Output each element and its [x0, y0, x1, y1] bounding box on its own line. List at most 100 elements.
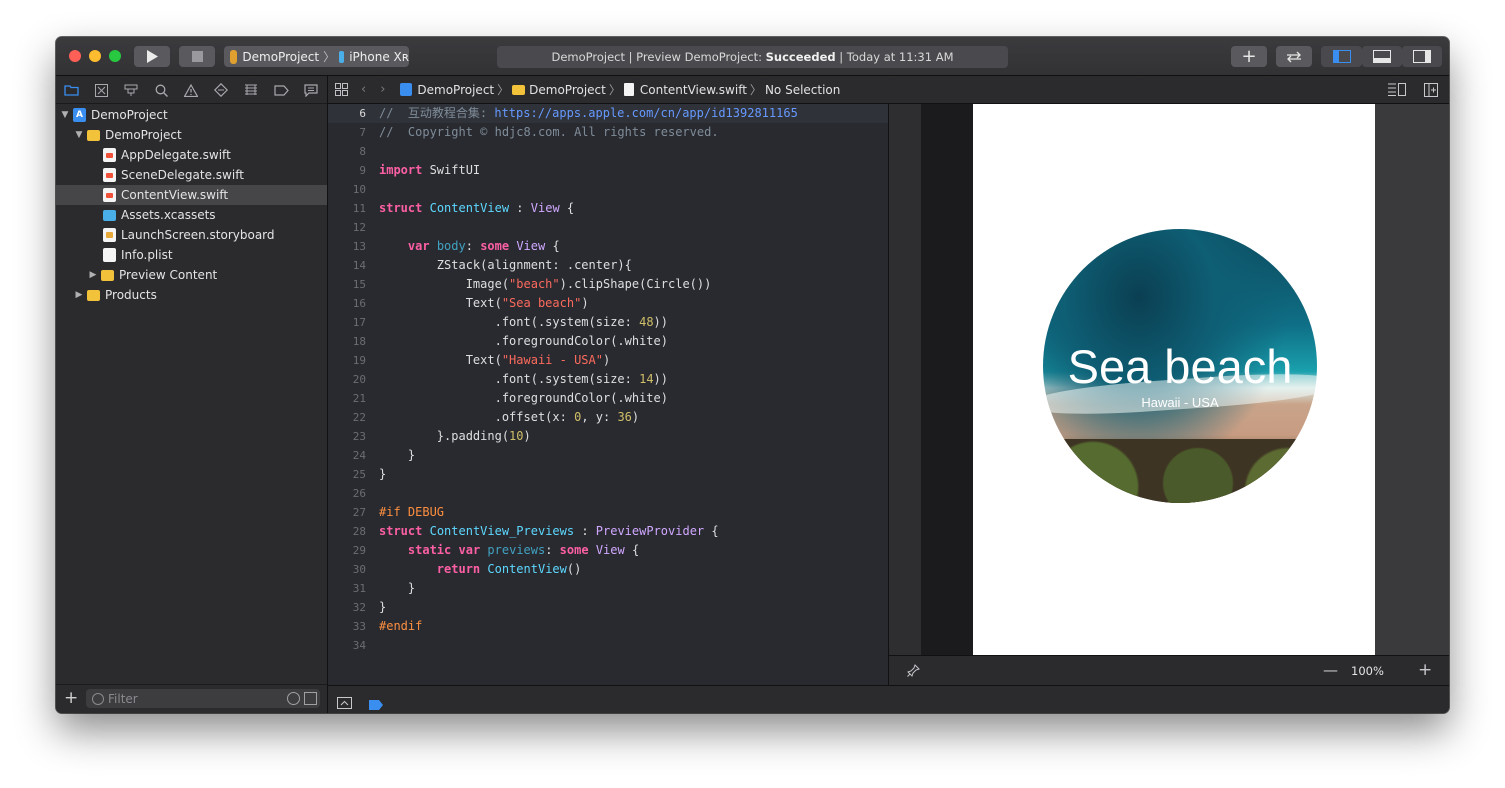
- code-line[interactable]: 24 }: [328, 446, 888, 465]
- preview-title: Sea beach: [1067, 340, 1293, 393]
- code-line[interactable]: 19 Text("Hawaii - USA"): [328, 351, 888, 370]
- library-button[interactable]: +: [1231, 46, 1267, 67]
- code-line[interactable]: 31 }: [328, 579, 888, 598]
- code-line[interactable]: 13 var body: some View {: [328, 237, 888, 256]
- breakpoint-icon[interactable]: [273, 82, 289, 98]
- code-line[interactable]: 28 struct ContentView_Previews : PreviewP…: [328, 522, 888, 541]
- tree-item-launchscreen[interactable]: LaunchScreen.storyboard: [56, 225, 327, 245]
- toggle-debug-area-button[interactable]: [1362, 46, 1402, 67]
- breadcrumb-group[interactable]: DemoProject: [529, 83, 606, 97]
- code-line[interactable]: 25}: [328, 465, 888, 484]
- warning-icon[interactable]: [183, 82, 199, 98]
- search-icon[interactable]: [153, 82, 169, 98]
- disclosure-closed-icon[interactable]: ▶: [74, 290, 84, 300]
- tree-item-group-demoproject[interactable]: ▼ DemoProject: [56, 125, 327, 145]
- zoom-level[interactable]: 100%: [1351, 664, 1384, 678]
- tree-item-label: DemoProject: [91, 108, 168, 122]
- code-line[interactable]: 18 .foregroundColor(.white): [328, 332, 888, 351]
- add-file-button[interactable]: +: [64, 688, 78, 708]
- code-line[interactable]: 23 }.padding(10): [328, 427, 888, 446]
- code-text: static var previews: some View {: [407, 543, 640, 557]
- code-line[interactable]: 20 .font(.system(size: 14)): [328, 370, 888, 389]
- code-line[interactable]: 17 .font(.system(size: 48)): [328, 313, 888, 332]
- breadcrumb-selection[interactable]: No Selection: [765, 83, 840, 97]
- project-icon: [400, 83, 413, 96]
- code-line[interactable]: 34: [328, 636, 888, 655]
- toggle-inspector-button[interactable]: [1402, 46, 1442, 67]
- project-icon: A: [73, 108, 86, 122]
- tree-item-scenedelegate[interactable]: SceneDelegate.swift: [56, 165, 327, 185]
- back-arrow-icon[interactable]: ‹: [361, 82, 366, 97]
- hide-debug-area-icon[interactable]: [337, 694, 352, 713]
- preview-screen[interactable]: Sea beach Hawaii - USA: [973, 104, 1387, 655]
- code-line[interactable]: 33 #endif: [328, 617, 888, 636]
- tree-item-appdelegate[interactable]: AppDelegate.swift: [56, 145, 327, 165]
- tree-item-preview-content[interactable]: ▶ Preview Content: [56, 265, 327, 285]
- code-line[interactable]: 9 import SwiftUI: [328, 161, 888, 180]
- play-icon: [147, 50, 158, 63]
- code-line[interactable]: 10: [328, 180, 888, 199]
- code-line[interactable]: 32}: [328, 598, 888, 617]
- editor-options-icon[interactable]: [1388, 83, 1406, 99]
- tree-item-contentview[interactable]: ContentView.swift: [56, 185, 327, 205]
- code-line[interactable]: 16 Text("Sea beach"): [328, 294, 888, 313]
- stop-button[interactable]: [179, 46, 215, 67]
- test-diamond-icon[interactable]: [213, 82, 229, 98]
- recent-files-icon[interactable]: [287, 692, 300, 705]
- breadcrumb-file[interactable]: ContentView.swift: [640, 83, 747, 97]
- code-line[interactable]: 27 #if DEBUG: [328, 503, 888, 522]
- tree-item-project[interactable]: ▼ A DemoProject: [56, 105, 327, 125]
- code-line[interactable]: 8: [328, 142, 888, 161]
- code-line[interactable]: 11 struct ContentView : View {: [328, 199, 888, 218]
- code-line[interactable]: 30 return ContentView(): [328, 560, 888, 579]
- zoom-window-button[interactable]: [109, 50, 121, 62]
- source-control-filter-icon[interactable]: [304, 692, 317, 705]
- source-control-icon[interactable]: [93, 82, 109, 98]
- status-suffix: | Today at 11:31 AM: [835, 50, 954, 64]
- code-line[interactable]: 12: [328, 218, 888, 237]
- debug-navigator-icon[interactable]: [243, 82, 259, 98]
- code-review-button[interactable]: [1276, 46, 1312, 67]
- source-editor[interactable]: 6 // 互动教程合集: https://apps.apple.com/cn/ap…: [328, 104, 888, 685]
- code-line[interactable]: 22 .offset(x: 0, y: 36): [328, 408, 888, 427]
- code-text: struct ContentView : View {: [379, 201, 575, 215]
- code-line[interactable]: 15 Image("beach").clipShape(Circle()): [328, 275, 888, 294]
- related-items-icon[interactable]: [335, 83, 348, 96]
- line-number: 8: [359, 145, 366, 158]
- filter-field[interactable]: Filter: [86, 689, 320, 708]
- line-number: 25: [352, 468, 366, 481]
- disclosure-closed-icon[interactable]: ▶: [88, 270, 98, 280]
- report-icon[interactable]: [303, 82, 319, 98]
- line-number: 29: [352, 544, 366, 557]
- scheme-selector[interactable]: DemoProject 〉 iPhone Xʀ: [224, 46, 409, 67]
- code-line[interactable]: 14 ZStack(alignment: .center){: [328, 256, 888, 275]
- line-number: 28: [352, 525, 366, 538]
- breadcrumb-project[interactable]: DemoProject: [417, 83, 494, 97]
- toggle-navigator-button[interactable]: [1321, 46, 1362, 67]
- pin-icon[interactable]: [907, 664, 920, 680]
- tree-item-infoplist[interactable]: Info.plist: [56, 245, 327, 265]
- add-editor-icon[interactable]: [1424, 83, 1438, 100]
- code-line[interactable]: 21 .foregroundColor(.white): [328, 389, 888, 408]
- disclosure-open-icon[interactable]: ▼: [74, 130, 84, 140]
- zoom-in-button[interactable]: +: [1418, 660, 1432, 680]
- breakpoints-toggle-icon[interactable]: [369, 695, 383, 713]
- tree-item-assets[interactable]: Assets.xcassets: [56, 205, 327, 225]
- code-line[interactable]: 29 static var previews: some View {: [328, 541, 888, 560]
- code-line[interactable]: 7 // Copyright © hdjc8.com. All rights re…: [328, 123, 888, 142]
- folder-icon[interactable]: [63, 82, 79, 98]
- status-prefix: DemoProject | Preview DemoProject:: [551, 50, 766, 64]
- code-line[interactable]: 26: [328, 484, 888, 503]
- run-button[interactable]: [134, 46, 170, 67]
- symbol-navigator-icon[interactable]: [123, 82, 139, 98]
- tree-item-products[interactable]: ▶ Products: [56, 285, 327, 305]
- forward-arrow-icon[interactable]: ›: [380, 82, 385, 97]
- line-number: 22: [352, 411, 366, 424]
- close-window-button[interactable]: [69, 50, 81, 62]
- xcode-window: DemoProject 〉 iPhone Xʀ DemoProject | Pr…: [56, 37, 1449, 713]
- code-text: .font(.system(size: 14)): [379, 372, 668, 386]
- minimize-window-button[interactable]: [89, 50, 101, 62]
- disclosure-open-icon[interactable]: ▼: [60, 110, 70, 120]
- code-line[interactable]: 6 // 互动教程合集: https://apps.apple.com/cn/ap…: [328, 104, 888, 123]
- zoom-out-button[interactable]: —: [1323, 661, 1338, 679]
